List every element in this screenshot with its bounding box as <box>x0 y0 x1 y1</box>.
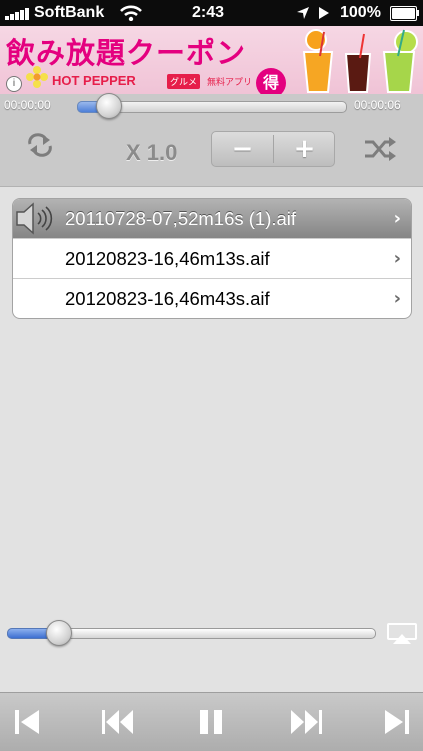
ad-brand: HOT PEPPER <box>52 73 136 88</box>
drinks-illustration <box>302 29 418 93</box>
chevron-right-icon: › <box>393 248 401 269</box>
chevron-right-icon: › <box>393 208 401 229</box>
track-title: 20110728-07,52m16s (1).aif <box>65 208 297 229</box>
ad-free-app: 無料アプリ <box>207 78 253 88</box>
play-indicator-icon <box>319 7 329 19</box>
wifi-icon <box>120 5 142 21</box>
speed-increase-button[interactable]: + <box>274 132 335 166</box>
location-arrow-icon <box>297 7 309 19</box>
track-title: 20120823-16,46m43s.aif <box>65 288 270 309</box>
playback-speed: X 1.0 <box>126 140 178 165</box>
rewind-icon[interactable] <box>101 693 135 751</box>
speed-stepper: − + <box>211 131 335 167</box>
airplay-icon[interactable] <box>387 623 417 645</box>
playlist-item[interactable]: 20120823-16,46m43s.aif › <box>13 279 411 318</box>
flower-icon <box>26 66 48 88</box>
volume-thumb[interactable] <box>45 620 72 646</box>
speaker-icon <box>16 202 53 235</box>
chevron-right-icon: › <box>393 288 401 309</box>
ad-category: グルメ <box>167 74 201 89</box>
track-title: 20120823-16,46m13s.aif <box>65 248 270 269</box>
status-bar: SoftBank 2:43 100% <box>0 0 423 26</box>
fast-forward-icon[interactable] <box>289 693 323 751</box>
signal-strength-icon <box>5 8 29 20</box>
playlist-item-current[interactable]: 20110728-07,52m16s (1).aif › <box>13 199 411 239</box>
battery-percentage: 100% <box>340 4 381 21</box>
playlist-item[interactable]: 20120823-16,46m13s.aif › <box>13 239 411 279</box>
ad-banner[interactable]: 飲み放題クーポン i HOT PEPPER グルメ 無料アプリ 得 <box>0 26 423 94</box>
battery-icon <box>390 6 419 21</box>
skip-to-end-icon[interactable] <box>382 693 412 751</box>
playlist: 20110728-07,52m16s (1).aif › 20120823-16… <box>12 198 412 319</box>
skip-to-start-icon[interactable] <box>12 693 42 751</box>
info-icon[interactable]: i <box>6 76 22 92</box>
clock: 2:43 <box>192 4 225 21</box>
ad-badge: 得 <box>256 68 286 94</box>
shuffle-icon[interactable] <box>363 136 397 162</box>
transport-toolbar <box>0 692 423 751</box>
repeat-icon[interactable] <box>26 133 54 157</box>
carrier-name: SoftBank <box>34 4 105 21</box>
pause-icon[interactable] <box>196 693 226 751</box>
speed-decrease-button[interactable]: − <box>212 132 273 166</box>
elapsed-time: 00:00:00 <box>4 98 51 112</box>
total-time: 00:00:06 <box>354 98 401 112</box>
